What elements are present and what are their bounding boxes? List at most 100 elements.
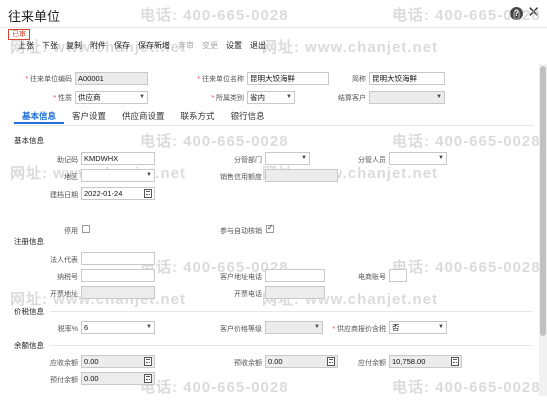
open-addr-label: 开票地址 bbox=[50, 291, 78, 298]
tab-customer-settings[interactable]: 客户设置 bbox=[64, 110, 114, 124]
chevron-down-icon: ▼ bbox=[438, 324, 444, 330]
copy-button[interactable]: 复制 bbox=[62, 40, 86, 52]
section-balance: 余额信息 bbox=[14, 341, 44, 350]
calculator-icon[interactable] bbox=[451, 357, 459, 366]
receivable-label: 应收余额 bbox=[50, 360, 78, 367]
prepaid-pay-label: 预付余额 bbox=[50, 377, 78, 384]
legal-rep-field[interactable] bbox=[81, 252, 155, 265]
tab-basic-info[interactable]: 基本信息 bbox=[14, 110, 65, 124]
tab-bar: 基本信息 客户设置 供应商设置 联系方式 银行信息 bbox=[14, 110, 273, 124]
watermark-text: 电话: 400-665-0028 bbox=[392, 133, 541, 150]
watermark-text: 电话: 400-665-0028 bbox=[140, 379, 289, 396]
code-field[interactable]: A00001 bbox=[75, 72, 148, 85]
settle-customer-label: 结算客户 bbox=[338, 95, 366, 102]
name-field[interactable]: 昆明大饺海鲜 bbox=[247, 72, 329, 85]
tab-supplier-settings[interactable]: 供应商设置 bbox=[114, 110, 173, 124]
chevron-down-icon: ▼ bbox=[146, 324, 152, 330]
created-date-field[interactable]: 2022-01-24 bbox=[81, 187, 155, 200]
window-title: 往来单位 bbox=[8, 9, 61, 24]
section-divider bbox=[50, 345, 532, 346]
open-phone-label: 开票电话 bbox=[234, 291, 262, 298]
category-label: * 所属类别 bbox=[211, 95, 244, 102]
watermark-text: 电话: 400-665-0028 bbox=[392, 259, 541, 276]
open-phone-field[interactable] bbox=[265, 286, 325, 299]
window-titlebar: 往来单位 ? ✕ bbox=[0, 0, 547, 28]
watermark-text: 网址: www.chanjet.net bbox=[262, 39, 438, 56]
chevron-down-icon: ▼ bbox=[314, 324, 320, 330]
tax-no-field[interactable] bbox=[81, 269, 155, 282]
open-addr-field[interactable] bbox=[81, 286, 155, 299]
section-price-tax: 价税信息 bbox=[14, 307, 44, 316]
watermark-text: 电话: 400-665-0028 bbox=[140, 133, 289, 150]
vertical-scrollbar[interactable] bbox=[539, 64, 547, 396]
calculator-icon[interactable] bbox=[144, 357, 152, 366]
calendar-icon[interactable] bbox=[144, 189, 152, 198]
cust-addr-phone-field[interactable] bbox=[265, 269, 325, 282]
code-label: * 往来单位编码 bbox=[25, 76, 72, 83]
save-button[interactable]: 保存 bbox=[110, 40, 134, 52]
cust-price-level-select[interactable]: ▼ bbox=[265, 321, 323, 334]
created-date-label: 建档日期 bbox=[50, 192, 78, 199]
payable-label: 应付余额 bbox=[358, 360, 386, 367]
staff-select[interactable]: ▼ bbox=[389, 152, 447, 165]
mnemonic-field[interactable]: KMDWHX bbox=[81, 152, 155, 165]
next-record-button[interactable]: 下张 bbox=[38, 40, 62, 52]
calculator-icon[interactable] bbox=[144, 374, 152, 383]
cust-addr-phone-label: 客户地址电话 bbox=[220, 274, 262, 281]
nature-select[interactable]: 供应商 ▼ bbox=[75, 91, 148, 104]
ecom-account-field[interactable] bbox=[389, 269, 407, 282]
change-button[interactable]: 变更 bbox=[198, 40, 222, 52]
supplier-price-tax-label: * 供应商报价含税 bbox=[332, 326, 386, 333]
tax-no-label: 纳税号 bbox=[57, 274, 78, 281]
category-select[interactable]: 省内 ▼ bbox=[247, 91, 295, 104]
credit-field[interactable] bbox=[265, 169, 338, 182]
supplier-price-tax-select[interactable]: 否 ▼ bbox=[389, 321, 447, 334]
chevron-down-icon: ▼ bbox=[146, 172, 152, 178]
prepaid-pay-field[interactable]: 0.00 bbox=[81, 372, 155, 385]
scrollbar-thumb[interactable] bbox=[540, 66, 546, 336]
short-name-label: 简称 bbox=[352, 76, 366, 83]
tab-contact[interactable]: 联系方式 bbox=[173, 110, 223, 124]
disabled-label: 停用 bbox=[64, 228, 78, 235]
region-label: 地区 bbox=[64, 174, 78, 181]
help-icon[interactable]: ? bbox=[510, 7, 523, 20]
dept-select[interactable]: ▼ bbox=[265, 152, 310, 165]
prepaid-recv-label: 预收余额 bbox=[234, 360, 262, 367]
chevron-down-icon: ▼ bbox=[438, 155, 444, 161]
tax-rate-select[interactable]: 6 ▼ bbox=[81, 321, 155, 334]
close-icon[interactable]: ✕ bbox=[527, 4, 540, 22]
exit-button[interactable]: 退出 bbox=[246, 40, 270, 52]
short-name-field[interactable]: 昆明大饺海鲜 bbox=[369, 72, 445, 85]
chevron-down-icon: ▼ bbox=[436, 94, 442, 100]
section-register-info: 注册信息 bbox=[14, 237, 44, 246]
credit-label: 销售信用额度 bbox=[220, 174, 262, 181]
nature-label: * 性质 bbox=[53, 95, 72, 102]
region-select[interactable]: ▼ bbox=[81, 169, 155, 182]
chevron-down-icon: ▼ bbox=[139, 94, 145, 100]
tab-divider bbox=[14, 125, 534, 126]
payable-field[interactable]: 10,758.00 bbox=[389, 355, 462, 368]
save-and-new-button[interactable]: 保存新增 bbox=[134, 40, 174, 52]
chevron-down-icon: ▼ bbox=[301, 155, 307, 161]
dept-label: 分管部门 bbox=[234, 157, 262, 164]
toolbar: 上张 下张 复制 附件 保存 保存新增 弃审 变更 设置 退出 bbox=[14, 40, 270, 52]
prev-record-button[interactable]: 上张 bbox=[14, 40, 38, 52]
chevron-down-icon: ▼ bbox=[286, 94, 292, 100]
disabled-checkbox[interactable] bbox=[82, 225, 90, 233]
attachment-button[interactable]: 附件 bbox=[86, 40, 110, 52]
mnemonic-label: 助记码 bbox=[57, 157, 78, 164]
section-divider bbox=[50, 311, 532, 312]
status-badge: 已审 bbox=[8, 29, 30, 40]
prepaid-recv-field[interactable]: 0.00 bbox=[265, 355, 338, 368]
settings-button[interactable]: 设置 bbox=[222, 40, 246, 52]
settle-customer-select[interactable]: ▼ bbox=[369, 91, 445, 104]
receivable-field[interactable]: 0.00 bbox=[81, 355, 155, 368]
tab-bank-info[interactable]: 银行信息 bbox=[223, 110, 273, 124]
auto-verify-checkbox[interactable] bbox=[266, 223, 274, 233]
cust-price-level-label: 客户价格等级 bbox=[220, 326, 262, 333]
staff-label: 分管人员 bbox=[358, 157, 386, 164]
unapprove-button[interactable]: 弃审 bbox=[174, 40, 198, 52]
tax-rate-label: 税率% bbox=[57, 326, 78, 333]
legal-rep-label: 法人代表 bbox=[50, 257, 78, 264]
auto-verify-label: 参与自动核销 bbox=[220, 228, 262, 235]
